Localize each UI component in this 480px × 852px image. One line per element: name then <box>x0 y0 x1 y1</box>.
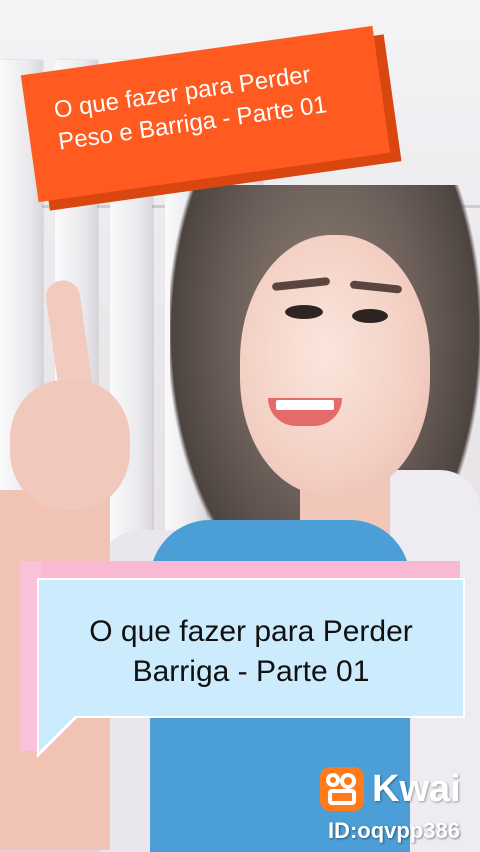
caption-tail-inner <box>39 716 75 752</box>
kwai-brand-text: Kwai <box>372 767 461 810</box>
top-banner-text: O que fazer para Perder Peso e Barriga -… <box>52 53 358 158</box>
kwai-watermark: Kwai <box>320 766 461 812</box>
top-title-banner: O que fazer para Perder Peso e Barriga -… <box>20 25 391 203</box>
caption-text: O que fazer para Perder Barriga - Parte … <box>39 612 463 692</box>
caption-line2: Barriga - Parte 01 <box>132 655 370 688</box>
teeth <box>276 400 334 410</box>
caption-box: O que fazer para Perder Barriga - Parte … <box>37 578 465 718</box>
person-face <box>240 235 430 495</box>
person-hand <box>10 380 130 510</box>
video-frame[interactable]: O que fazer para Perder Peso e Barriga -… <box>0 0 480 852</box>
caption-line1: O que fazer para Perder <box>89 615 413 648</box>
kwai-logo-icon <box>320 767 364 811</box>
kwai-user-id: ID:oqvpp386 <box>327 818 460 843</box>
left-eye <box>285 305 323 319</box>
right-eye <box>352 309 388 323</box>
